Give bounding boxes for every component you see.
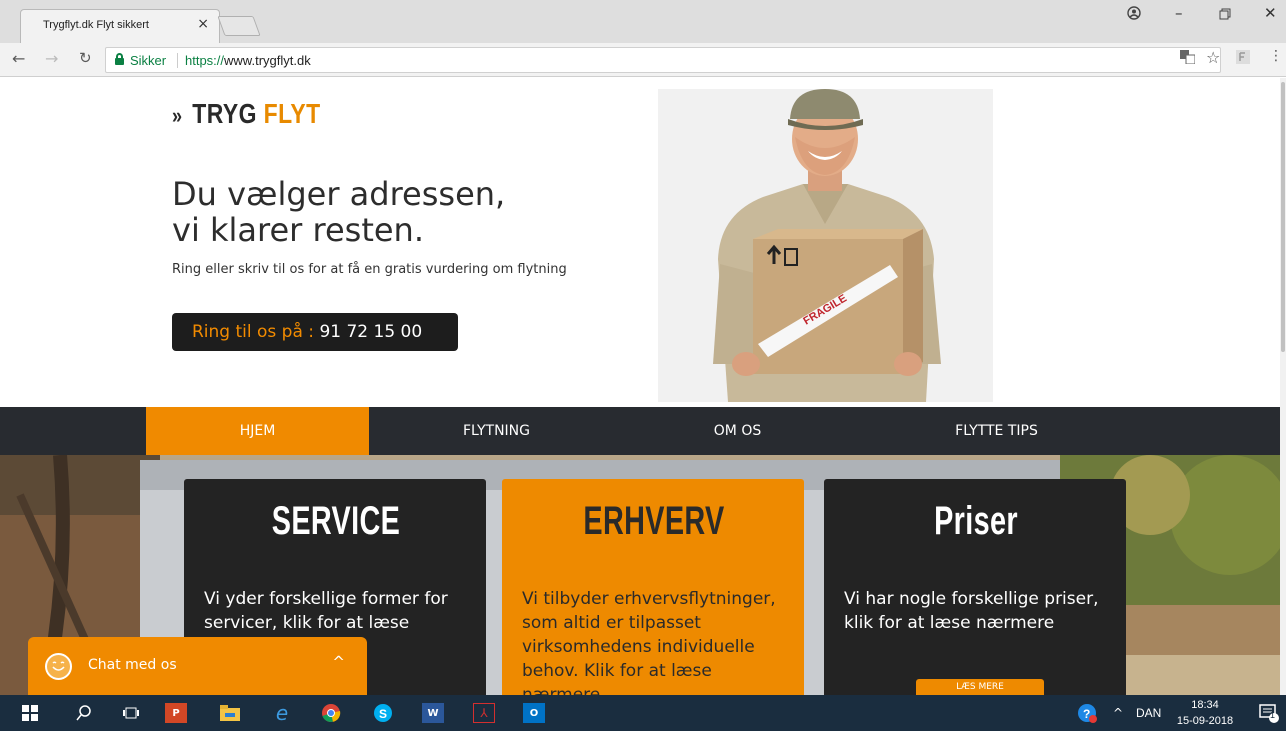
browser-toolbar: ← → ↻ Sikker https://www.trygflyt.dk ☆ ⋮ [0,43,1286,77]
chat-widget[interactable]: Chat med os ^ [28,637,367,695]
divider [177,53,178,68]
chrome-icon[interactable] [320,703,342,723]
scrollbar-thumb[interactable] [1281,82,1285,352]
erhverv-title: ERHVERV [583,499,725,543]
chevron-up-tray-icon[interactable]: ^ [1110,703,1126,723]
web-page: » TRYG FLYT Du vælger adressen, vi klarer… [0,78,1280,695]
close-window-icon[interactable]: ✕ [1264,4,1277,22]
service-title: SERVICE [271,499,401,543]
nav-item-hjem[interactable]: HJEM [146,407,369,455]
close-icon[interactable]: × [197,16,209,32]
mover-photo: FRAGILE [658,89,993,402]
priser-card[interactable]: Priser Vi har nogle forskellige priser, … [824,479,1126,695]
menu-icon[interactable]: ⋮ [1269,48,1283,64]
erhverv-text: Vi tilbyder erhvervsflytninger, som alti… [522,589,776,695]
url-text[interactable]: https://www.trygflyt.dk [185,53,311,68]
pdf-extension-icon[interactable] [1236,50,1250,68]
clock-date: 15-09-2018 [1176,715,1234,727]
search-icon[interactable] [74,703,94,723]
notification-count: 1 [1270,710,1276,720]
page-scrollbar[interactable] [1280,78,1286,695]
forward-icon[interactable]: → [45,49,58,68]
nav-item-flytning[interactable]: FLYTNING [385,407,608,455]
hero-subtitle: Ring eller skriv til os for at få en gra… [172,262,567,277]
reload-icon[interactable]: ↻ [79,49,92,67]
priser-title: Priser [934,499,1018,543]
acrobat-icon[interactable]: ⅄ [473,703,495,723]
internet-explorer-icon[interactable]: e [271,701,293,725]
task-view-icon[interactable] [121,703,141,723]
file-explorer-icon[interactable] [219,703,241,723]
svg-text:S: S [379,707,387,721]
browser-tab[interactable]: Trygflyt.dk Flyt sikkert × [20,9,220,43]
input-language[interactable]: DAN [1136,706,1161,720]
site-logo[interactable]: » TRYG FLYT [172,98,321,130]
chevron-up-icon[interactable]: ^ [332,653,345,671]
tab-title: Trygflyt.dk Flyt sikkert [43,19,149,31]
erhverv-card[interactable]: ERHVERV Vi tilbyder erhvervsflytninger, … [502,479,804,695]
minimize-icon[interactable]: – [1175,4,1183,22]
browser-tabstrip: Trygflyt.dk Flyt sikkert × – ✕ [0,0,1286,43]
windows-start-icon[interactable] [20,703,40,723]
nav-item-om-os[interactable]: OM OS [626,407,849,455]
clock-time: 18:34 [1191,699,1219,711]
hero-title: Du vælger adressen, vi klarer resten. [172,175,506,249]
nav-item-flytte-tips[interactable]: FLYTTE TIPS [885,407,1108,455]
powerpoint-icon[interactable]: P [165,703,187,723]
help-tray-icon[interactable]: ? [1076,703,1098,723]
smiley-icon [45,653,72,680]
back-icon[interactable]: ← [12,49,25,68]
restore-icon[interactable] [1219,6,1231,24]
main-nav: HJEM FLYTNING OM OS FLYTTE TIPS [0,407,1280,455]
system-clock[interactable]: 18:34 15-09-2018 [1172,697,1238,729]
translate-icon[interactable] [1180,50,1196,68]
word-icon[interactable]: W [422,703,444,723]
priser-text: Vi har nogle forskellige priser, klik fo… [844,589,1099,633]
secure-label: Sikker [130,53,167,68]
skype-icon[interactable]: S [372,703,394,723]
star-icon[interactable]: ☆ [1206,48,1220,67]
address-bar[interactable]: Sikker https://www.trygflyt.dk [105,47,1221,73]
notification-icon[interactable] [1258,703,1280,723]
new-tab-button[interactable] [217,16,261,36]
windows-taskbar: P e S W ⅄ O ? ^ DAN 18:34 15-09-2018 1 [0,695,1286,731]
chevron-icon: » [172,103,183,128]
chat-label: Chat med os [88,657,177,673]
call-button[interactable]: Ring til os på : 91 72 15 00 [172,313,458,351]
profile-icon[interactable] [1127,6,1141,24]
read-more-button[interactable]: LÆS MERE [916,679,1044,695]
outlook-icon[interactable]: O [523,703,545,723]
lock-icon [115,53,124,65]
